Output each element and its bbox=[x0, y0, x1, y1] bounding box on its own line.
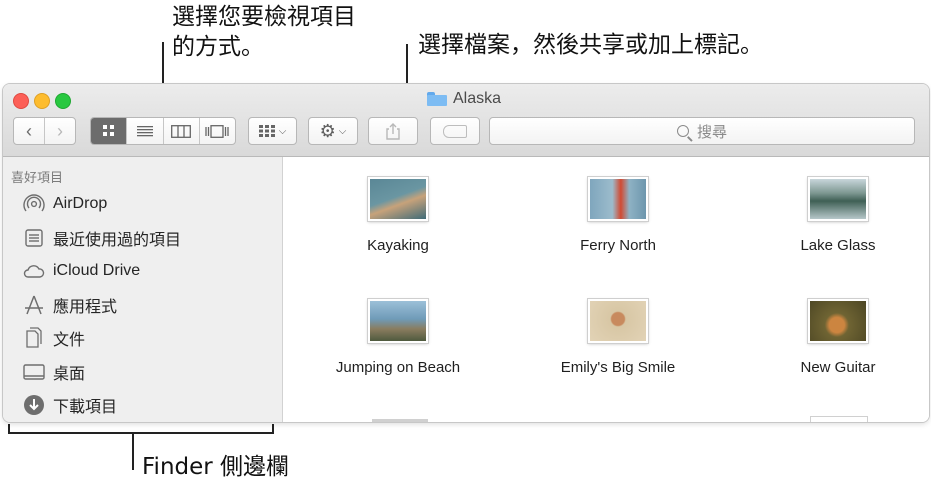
sidebar-item-label: iCloud Drive bbox=[53, 262, 141, 279]
share-callout: 選擇檔案，然後共享或加上標記。 bbox=[418, 32, 763, 58]
window-title-text: Alaska bbox=[453, 90, 502, 107]
tag-button[interactable] bbox=[430, 117, 480, 145]
file-thumbnail bbox=[588, 299, 648, 343]
file-name: New Guitar bbox=[800, 359, 876, 376]
tag-icon bbox=[443, 124, 467, 138]
cloud-icon bbox=[23, 260, 45, 282]
folder-icon bbox=[427, 92, 447, 106]
icon-view-icon bbox=[102, 125, 114, 136]
forward-button[interactable]: › bbox=[44, 118, 75, 144]
sidebar-item-label: 桌面 bbox=[53, 366, 86, 383]
sidebar-item-airdrop[interactable]: AirDrop bbox=[23, 190, 107, 218]
file-name: Emily's Big Smile bbox=[560, 359, 676, 376]
file-item[interactable]: New Guitar bbox=[738, 299, 929, 376]
file-thumbnail bbox=[810, 416, 868, 422]
zoom-button[interactable] bbox=[55, 93, 71, 109]
group-button[interactable]: ⌵ bbox=[248, 117, 297, 145]
file-thumbnail bbox=[808, 177, 868, 221]
file-item[interactable]: Kayaking bbox=[298, 177, 498, 254]
sidebar-item-label: 應用程式 bbox=[53, 299, 118, 316]
chevron-down-icon: ⌵ bbox=[278, 125, 287, 137]
sidebar-bracket bbox=[8, 432, 274, 434]
window-title: Alaska bbox=[427, 89, 501, 109]
sidebar-item-recents[interactable]: 最近使用過的項目 bbox=[23, 224, 181, 252]
file-thumbnail bbox=[808, 299, 868, 343]
back-icon: ‹ bbox=[26, 120, 32, 141]
column-view-icon bbox=[171, 124, 192, 138]
view-mode-control bbox=[90, 117, 236, 145]
file-thumbnail bbox=[588, 177, 648, 221]
sidebar-item-label: AirDrop bbox=[53, 195, 108, 212]
forward-icon: › bbox=[57, 120, 63, 141]
list-view-button[interactable] bbox=[126, 118, 162, 144]
sidebar-item-icloud-drive[interactable]: iCloud Drive bbox=[23, 257, 140, 285]
action-button[interactable]: ⚙ ⌵ bbox=[308, 117, 358, 145]
gear-icon: ⚙ bbox=[319, 120, 336, 141]
desktop-icon bbox=[23, 361, 45, 383]
titlebar: Alaska ‹ › ⌵ ⚙ ⌵ 搜尋 bbox=[3, 84, 929, 157]
file-thumbnail bbox=[372, 419, 428, 422]
file-name: Ferry North bbox=[580, 237, 656, 254]
close-button[interactable] bbox=[13, 93, 29, 109]
file-item[interactable]: Ferry North bbox=[518, 177, 718, 254]
sidebar-callout: Finder 側邊欄 bbox=[142, 454, 290, 480]
downloads-icon bbox=[23, 394, 45, 416]
group-icon bbox=[258, 125, 275, 137]
file-thumbnail bbox=[368, 299, 428, 343]
file-grid: Kayaking Ferry North Lake Glass Jumping … bbox=[283, 157, 929, 422]
sidebar: 喜好項目 AirDrop 最近使用過的項目 iCloud Drive 應用程式 bbox=[3, 157, 283, 422]
navigation-buttons: ‹ › bbox=[13, 117, 76, 145]
share-button[interactable] bbox=[368, 117, 418, 145]
minimize-button[interactable] bbox=[34, 93, 50, 109]
file-name: Lake Glass bbox=[800, 237, 876, 254]
sidebar-bracket-right bbox=[272, 424, 274, 434]
airdrop-icon bbox=[23, 193, 45, 215]
documents-icon bbox=[23, 327, 45, 349]
sidebar-item-documents[interactable]: 文件 bbox=[23, 324, 85, 352]
sidebar-section-title: 喜好項目 bbox=[11, 170, 64, 185]
share-icon bbox=[386, 122, 400, 140]
sidebar-item-downloads[interactable]: 下載項目 bbox=[23, 391, 117, 419]
column-view-button[interactable] bbox=[162, 118, 199, 144]
applications-icon bbox=[23, 294, 45, 316]
file-item[interactable]: Lake Glass bbox=[738, 177, 929, 254]
file-name: Kayaking bbox=[367, 237, 429, 254]
file-name: Jumping on Beach bbox=[335, 359, 461, 376]
sidebar-item-label: 文件 bbox=[53, 332, 86, 349]
sidebar-item-applications[interactable]: 應用程式 bbox=[23, 291, 117, 319]
recents-icon bbox=[23, 227, 45, 249]
gallery-view-button[interactable] bbox=[198, 118, 235, 144]
list-view-icon bbox=[136, 126, 153, 137]
icon-view-button[interactable] bbox=[91, 118, 127, 144]
finder-window: Alaska ‹ › ⌵ ⚙ ⌵ 搜尋 喜好項目 AirDrop 最近使用過的項… bbox=[3, 84, 929, 422]
chevron-down-icon: ⌵ bbox=[338, 125, 347, 137]
sidebar-item-label: 下載項目 bbox=[53, 399, 118, 416]
file-thumbnail bbox=[368, 177, 428, 221]
gallery-view-icon bbox=[205, 124, 230, 138]
back-button[interactable]: ‹ bbox=[14, 118, 44, 144]
sidebar-item-desktop[interactable]: 桌面 bbox=[23, 358, 85, 386]
sidebar-callout-line bbox=[132, 432, 134, 470]
sidebar-bracket-left bbox=[8, 424, 10, 434]
file-item[interactable]: Jumping on Beach bbox=[298, 299, 498, 376]
search-icon bbox=[676, 125, 689, 137]
view-mode-callout: 選擇您要檢視項目的方式。 bbox=[172, 4, 356, 60]
sidebar-item-label: 最近使用過的項目 bbox=[53, 232, 182, 249]
search-field[interactable]: 搜尋 bbox=[489, 117, 915, 145]
file-item[interactable]: Emily's Big Smile bbox=[518, 299, 718, 376]
search-placeholder: 搜尋 bbox=[696, 123, 727, 141]
